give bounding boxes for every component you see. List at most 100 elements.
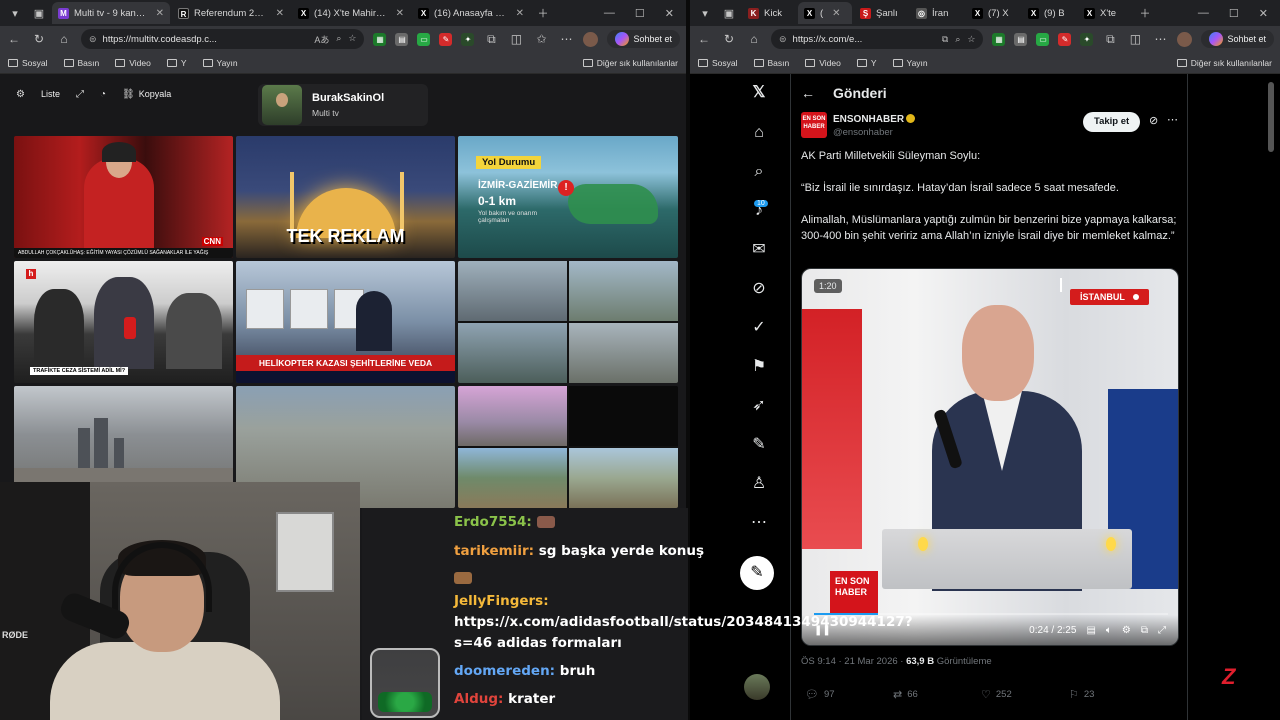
- author-handle[interactable]: @ensonhaber: [833, 127, 893, 138]
- author-avatar[interactable]: EN SON HABER: [801, 112, 827, 138]
- bookmark-folder[interactable]: Basın: [63, 58, 99, 68]
- split-screen-icon[interactable]: ◫: [1127, 32, 1143, 46]
- author-name-row[interactable]: ENSONHABER: [833, 114, 916, 125]
- close-tab-icon[interactable]: ✕: [156, 8, 164, 19]
- extension-icon[interactable]: ✦: [461, 32, 475, 46]
- bookmark-folder[interactable]: Yayın: [892, 58, 928, 68]
- tweet-timestamp[interactable]: ÖS 9:14 · 21 Mar 2026 ·: [801, 656, 906, 667]
- reset-button[interactable]: ◔: [96, 86, 110, 102]
- volume-icon[interactable]: 🔈︎: [1106, 625, 1112, 636]
- extensions-puzzle-icon[interactable]: ⧉: [483, 32, 499, 47]
- profile-avatar[interactable]: [583, 31, 599, 47]
- address-bar[interactable]: ⊜ https://multitv.codeasdp.c... Aあ ⌕ ☆: [81, 29, 365, 49]
- copilot-button[interactable]: Sohbet et: [607, 30, 680, 48]
- grok-explain-icon[interactable]: ⊘: [1149, 114, 1158, 127]
- tab-x-te[interactable]: X X'te: [1078, 2, 1132, 24]
- profile-avatar[interactable]: [1177, 31, 1193, 47]
- translate-icon[interactable]: Aあ: [314, 33, 329, 46]
- home-icon[interactable]: ⌂: [746, 32, 762, 46]
- bookmark-folder[interactable]: Sosyal: [8, 58, 48, 68]
- lists-icon[interactable]: ✎: [748, 434, 770, 456]
- tab-x-9[interactable]: X (9) B: [1022, 2, 1076, 24]
- reload-icon[interactable]: ↻: [31, 32, 47, 46]
- workspaces-icon[interactable]: ▣: [718, 2, 740, 24]
- minimize-icon[interactable]: —: [1198, 7, 1209, 20]
- more-options-icon[interactable]: ⋯: [1167, 113, 1178, 126]
- bookmark-folder[interactable]: Sosyal: [698, 58, 738, 68]
- repost-button[interactable]: ⇄ 66: [893, 688, 981, 701]
- tab-kick[interactable]: K Kick: [742, 2, 796, 24]
- follow-button[interactable]: Takip et: [1083, 112, 1141, 132]
- minimize-icon[interactable]: —: [604, 7, 615, 20]
- extension-icon[interactable]: ✎: [439, 32, 453, 46]
- copilot-button[interactable]: Sohbet et: [1201, 30, 1274, 48]
- maximize-icon[interactable]: ☐: [635, 7, 645, 20]
- bookmark-icon[interactable]: ⚑: [748, 356, 770, 378]
- x-logo-icon[interactable]: 𝕏: [748, 82, 770, 104]
- bookmark-folder[interactable]: Video: [115, 58, 151, 68]
- tab-actions-icon[interactable]: ▾: [694, 2, 716, 24]
- more-icon[interactable]: ⋯: [558, 32, 574, 46]
- other-bookmarks[interactable]: Diğer sık kullanılanlar: [1176, 58, 1272, 68]
- bookmark-folder[interactable]: Y: [166, 58, 187, 68]
- fullscreen-icon[interactable]: ⤢: [1158, 625, 1166, 636]
- other-bookmarks[interactable]: Diğer sık kullanılanlar: [582, 58, 678, 68]
- tab-iran[interactable]: ◎ İran: [910, 2, 964, 24]
- extension-icon[interactable]: ▦: [992, 32, 1006, 46]
- settings-button[interactable]: ⚙: [12, 86, 29, 102]
- favorite-star-icon[interactable]: ☆: [967, 34, 975, 45]
- tv-tile-cameras-quad-2[interactable]: [458, 386, 678, 508]
- streamer-profile[interactable]: BurakSakinOl Multi tv: [258, 84, 428, 126]
- new-tab-icon[interactable]: ＋: [1134, 2, 1156, 24]
- split-screen-icon[interactable]: ◫: [508, 32, 524, 46]
- close-window-icon[interactable]: ✕: [665, 7, 674, 20]
- messages-icon[interactable]: ✉: [748, 239, 770, 261]
- extension-icon[interactable]: ✦: [1080, 32, 1094, 46]
- bookmark-folder[interactable]: Y: [856, 58, 877, 68]
- extension-icon[interactable]: ▤: [395, 32, 409, 46]
- tab-x-7[interactable]: X (7) X: [966, 2, 1020, 24]
- verified-icon[interactable]: ✓: [748, 317, 770, 339]
- copy-button[interactable]: ⛓ Kopyala: [118, 86, 175, 102]
- new-tab-icon[interactable]: ＋: [532, 2, 554, 24]
- tv-tile-cnn[interactable]: CNN ABDULLAH ÇOKÇAKLÜHAŞ: EĞİTİM YAYASI …: [14, 136, 233, 258]
- extension-icon[interactable]: ▤: [1014, 32, 1028, 46]
- extension-icon[interactable]: ▭: [417, 32, 431, 46]
- bookmark-folder[interactable]: Video: [805, 58, 841, 68]
- extensions-puzzle-icon[interactable]: ⧉: [1102, 32, 1118, 47]
- favorite-star-icon[interactable]: ☆: [348, 33, 356, 46]
- like-button[interactable]: ♡ 252: [981, 688, 1069, 701]
- bookmark-folder[interactable]: Yayın: [202, 58, 238, 68]
- back-icon[interactable]: ←: [696, 32, 712, 46]
- tab-referendum[interactable]: R Referendum 2026, oggi ✕: [172, 2, 290, 24]
- close-tab-icon[interactable]: ✕: [276, 8, 284, 19]
- zoom-icon[interactable]: ⌕: [336, 33, 341, 46]
- settings-gear-icon[interactable]: ⚙: [1122, 625, 1131, 636]
- site-info-icon[interactable]: ⊜: [89, 34, 97, 45]
- compose-post-button[interactable]: ✎: [740, 556, 774, 590]
- list-button[interactable]: Liste: [37, 86, 64, 102]
- page-scrollbar[interactable]: [1268, 82, 1274, 152]
- close-tab-icon[interactable]: ✕: [832, 8, 840, 19]
- workspaces-icon[interactable]: ▣: [28, 2, 50, 24]
- search-icon[interactable]: ⌕: [748, 161, 770, 183]
- tweet-video[interactable]: 1:20 İSTANBUL EN SON HABER ❚❚ 0:24 / 2:2…: [801, 268, 1179, 646]
- tab-multitv[interactable]: M Multi tv - 9 kanal izlemi ✕: [52, 2, 170, 24]
- captions-icon[interactable]: ▤: [1086, 625, 1095, 636]
- tv-tile-street-interview[interactable]: h TRAFİKTE CEZA SİSTEMİ ADİL Mİ?: [14, 261, 233, 383]
- close-window-icon[interactable]: ✕: [1259, 7, 1268, 20]
- tab-x-mahir[interactable]: X (14) X'te Mahir KILIÇ: "G ✕: [292, 2, 410, 24]
- close-tab-icon[interactable]: ✕: [396, 8, 404, 19]
- tv-tile-mosque[interactable]: TEK REKLAM: [236, 136, 455, 258]
- more-icon[interactable]: ⋯: [1152, 32, 1168, 46]
- extension-icon[interactable]: ✎: [1058, 32, 1072, 46]
- account-avatar[interactable]: [744, 674, 770, 700]
- tab-x-home[interactable]: X (16) Anasayfa / X ✕: [412, 2, 530, 24]
- tv-tile-road-status[interactable]: Yol Durumu İZMİR-GAZİEMİR 0-1 km Yol bak…: [458, 136, 678, 258]
- split-icon[interactable]: ⧉: [942, 34, 948, 45]
- more-circle-icon[interactable]: ⋯: [748, 512, 770, 534]
- jobs-rocket-icon[interactable]: ➶: [748, 395, 770, 417]
- tab-sanli[interactable]: Ş Şanlı: [854, 2, 908, 24]
- maximize-icon[interactable]: ☐: [1229, 7, 1239, 20]
- bookmark-folder[interactable]: Basın: [753, 58, 789, 68]
